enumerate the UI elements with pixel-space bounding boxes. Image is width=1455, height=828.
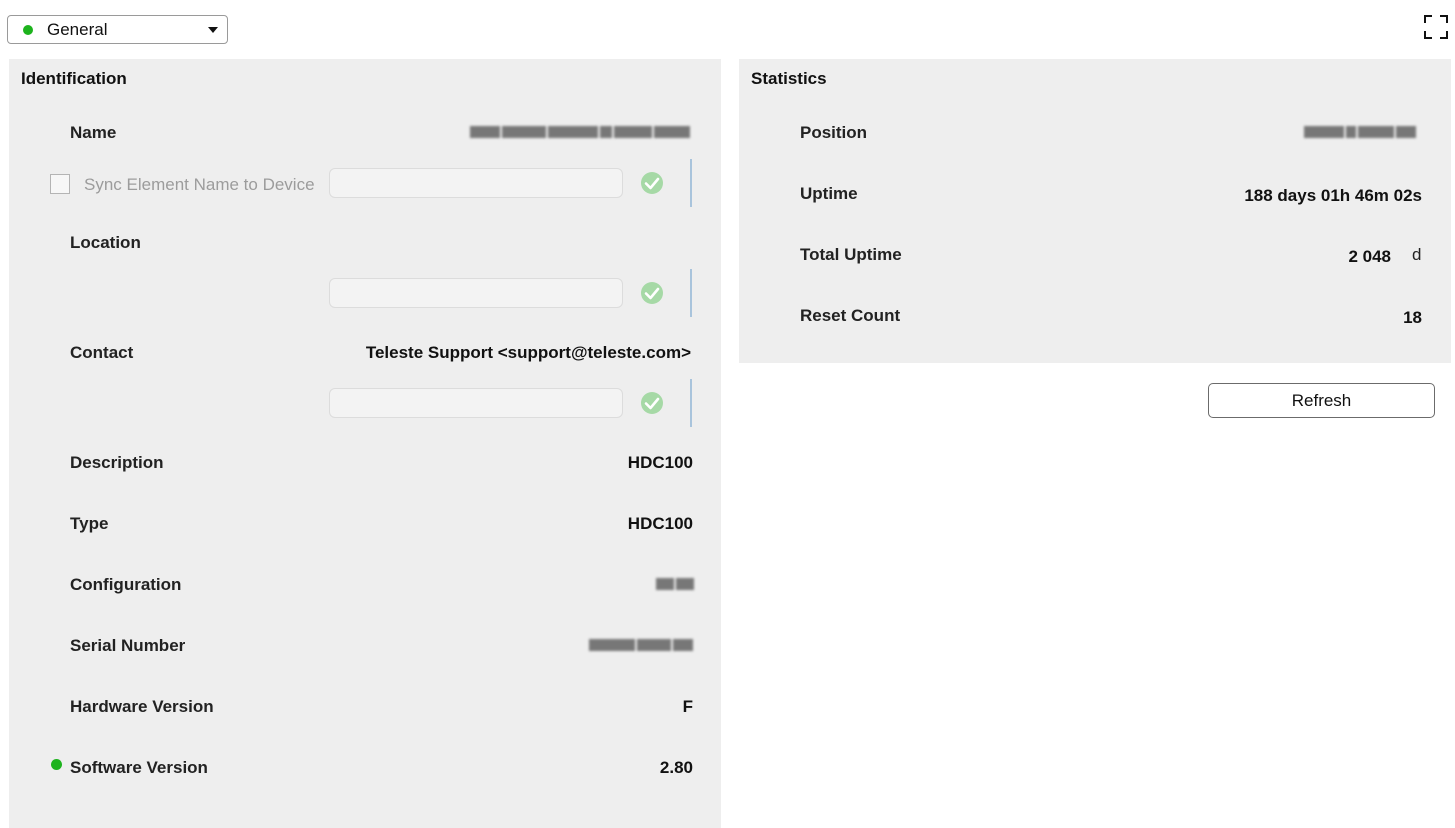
name-label: Name [70, 123, 117, 142]
contact-value: Teleste Support <support@teleste.com> [365, 343, 691, 362]
type-label: Type [70, 514, 109, 533]
contact-label: Contact [70, 343, 134, 362]
input-divider [690, 159, 692, 207]
apply-check-icon[interactable] [640, 281, 664, 305]
total-uptime-label: Total Uptime [800, 245, 902, 264]
type-value: HDC100 [627, 514, 693, 533]
position-value-redacted [1304, 126, 1424, 138]
statistics-title: Statistics [751, 69, 827, 88]
apply-check-icon[interactable] [640, 391, 664, 415]
configuration-value-redacted [656, 578, 696, 590]
total-uptime-unit: d [1412, 245, 1422, 264]
software-version-label: Software Version [70, 758, 208, 777]
contact-input[interactable] [329, 388, 623, 418]
sync-name-input[interactable] [329, 168, 623, 198]
statistics-panel: Statistics Position Uptime 188 days 01h … [739, 59, 1451, 363]
description-value: HDC100 [627, 453, 693, 472]
software-status-dot-icon [51, 759, 62, 770]
serial-number-value-redacted [589, 639, 696, 651]
refresh-button[interactable]: Refresh [1208, 383, 1435, 418]
position-label: Position [800, 123, 868, 142]
total-uptime-value: 2 048 [1348, 247, 1391, 266]
input-divider [690, 379, 692, 427]
input-divider [690, 269, 692, 317]
uptime-value: 188 days 01h 46m 02s [1244, 186, 1422, 205]
description-label: Description [70, 453, 164, 472]
sync-name-checkbox[interactable] [50, 174, 70, 194]
caret-down-icon [208, 27, 218, 33]
configuration-label: Configuration [70, 575, 182, 594]
view-selector-dropdown[interactable]: General [7, 15, 228, 44]
location-label: Location [70, 233, 141, 252]
identification-title: Identification [21, 69, 127, 88]
uptime-label: Uptime [800, 184, 858, 203]
location-input[interactable] [329, 278, 623, 308]
status-dot-icon [23, 24, 33, 35]
software-version-value: 2.80 [659, 758, 693, 777]
hardware-version-value: F [682, 697, 693, 716]
identification-panel: Identification Name Sync Element Name to… [9, 59, 721, 828]
view-selector-label: General [47, 19, 108, 39]
sync-name-label: Sync Element Name to Device [84, 175, 315, 194]
reset-count-value: 18 [1403, 308, 1422, 327]
apply-check-icon[interactable] [640, 171, 664, 195]
fullscreen-icon[interactable] [1424, 15, 1448, 39]
serial-number-label: Serial Number [70, 636, 186, 655]
name-value-redacted [470, 126, 696, 138]
hardware-version-label: Hardware Version [70, 697, 214, 716]
reset-count-label: Reset Count [800, 306, 901, 325]
